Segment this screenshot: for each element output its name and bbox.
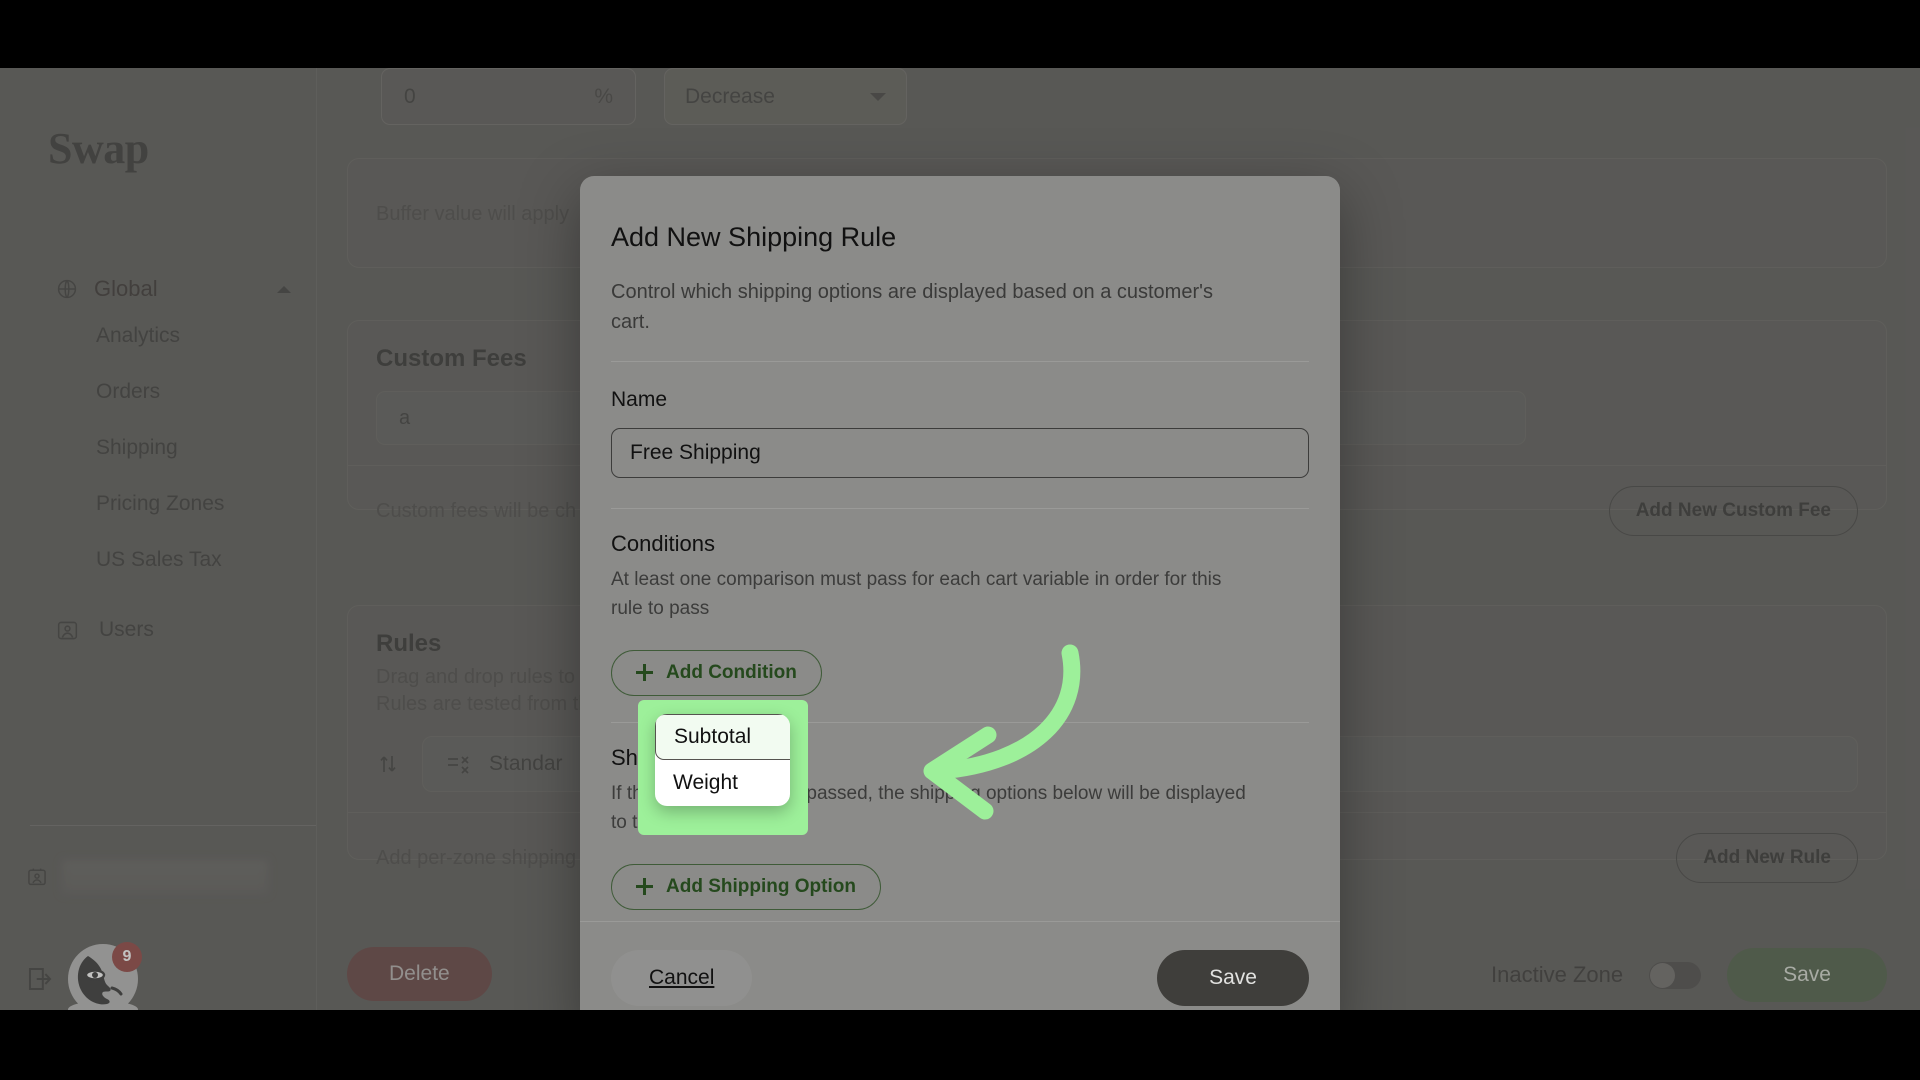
- sidebar-divider: [30, 825, 316, 826]
- add-shipping-option-button[interactable]: Add Shipping Option: [611, 863, 881, 910]
- buffer-input[interactable]: 0 %: [381, 68, 636, 125]
- modal-title: Add New Shipping Rule: [611, 222, 897, 252]
- plus-icon: [636, 878, 653, 896]
- custom-fees-note: Custom fees will be ch: [376, 499, 577, 522]
- annotation-highlight-box: Subtotal Weight: [638, 700, 808, 835]
- logout-icon[interactable]: [26, 965, 54, 993]
- direction-select-value: Decrease: [685, 84, 775, 108]
- sidebar-item-label: Shipping: [96, 436, 178, 459]
- buffer-note: Buffer value will apply: [376, 202, 570, 225]
- add-shipping-rule-modal: Add New Shipping Rule Control which ship…: [580, 176, 1340, 1010]
- add-shipping-option-label: Add Shipping Option: [666, 875, 856, 897]
- sidebar-item-label: Orders: [96, 380, 161, 403]
- id-badge-icon: [26, 866, 48, 888]
- dropdown-option-label: Weight: [673, 771, 738, 794]
- account-email-redacted: [62, 860, 268, 894]
- sidebar-item-us-sales-tax[interactable]: US Sales Tax: [0, 532, 317, 588]
- page-save-button[interactable]: Save: [1727, 948, 1887, 1002]
- rules-zone-note: Add per-zone shipping: [376, 846, 577, 869]
- avatar-image: [68, 944, 138, 1010]
- inactive-zone-toggle[interactable]: [1649, 961, 1702, 989]
- modal-footer: Cancel Save: [580, 921, 1340, 1010]
- buffer-input-value: 0: [404, 84, 416, 108]
- conditions-description: At least one comparison must pass for ea…: [611, 569, 1222, 620]
- add-condition-button[interactable]: Add Condition: [611, 649, 822, 696]
- page-actions: Inactive Zone Save: [1491, 948, 1887, 1002]
- sidebar-item-label: Pricing Zones: [96, 492, 225, 515]
- name-input-value: Free Shipping: [630, 441, 761, 464]
- chevron-down-icon: [870, 92, 886, 101]
- screen: Swap Global Analytics Orders Shipping Pr…: [0, 0, 1920, 1080]
- add-new-custom-fee-button[interactable]: Add New Custom Fee: [1608, 486, 1858, 536]
- sidebar-footer: 9: [26, 942, 142, 1010]
- modal-divider: [611, 361, 1309, 362]
- globe-icon: [56, 278, 78, 300]
- modal-body: Add New Shipping Rule Control which ship…: [580, 176, 1340, 1010]
- brand-logo[interactable]: Swap: [48, 123, 149, 174]
- sidebar-item-label: Users: [99, 618, 154, 641]
- sidebar-item-analytics[interactable]: Analytics: [0, 308, 317, 364]
- sidebar-item-label: US Sales Tax: [96, 548, 222, 571]
- sidebar-item-users[interactable]: Users: [0, 602, 317, 658]
- sidebar-nav: Global Analytics Orders Shipping Pricing…: [0, 270, 317, 658]
- cancel-button[interactable]: Cancel: [611, 949, 753, 1006]
- sidebar-item-pricing-zones[interactable]: Pricing Zones: [0, 476, 317, 532]
- chevron-up-icon[interactable]: [277, 285, 291, 293]
- name-input[interactable]: Free Shipping: [611, 428, 1309, 478]
- user-card-icon: [56, 619, 79, 642]
- direction-select[interactable]: Decrease: [664, 68, 907, 125]
- modal-divider: [611, 508, 1309, 509]
- custom-fee-name-value: a: [399, 406, 411, 429]
- modal-save-button[interactable]: Save: [1157, 949, 1309, 1006]
- sidebar-group-label: Global: [94, 276, 158, 301]
- filter-icon: [445, 751, 471, 777]
- rule-chip-label: Standar: [489, 752, 563, 775]
- sidebar-group-global[interactable]: Global: [0, 270, 317, 308]
- notification-badge: 9: [112, 942, 142, 972]
- dropdown-option-subtotal[interactable]: Subtotal: [655, 714, 790, 760]
- delete-button[interactable]: Delete: [347, 947, 492, 1001]
- dropdown-option-weight[interactable]: Weight: [655, 760, 790, 806]
- sidebar-item-shipping[interactable]: Shipping: [0, 420, 317, 476]
- avatar[interactable]: 9: [68, 942, 142, 1010]
- conditions-title: Conditions: [611, 531, 715, 556]
- modal-subtitle: Control which shipping options are displ…: [611, 281, 1213, 333]
- plus-icon: [636, 664, 653, 682]
- condition-variable-dropdown[interactable]: Subtotal Weight: [655, 714, 790, 806]
- buffer-row: 0 % Decrease: [381, 68, 907, 125]
- sidebar-item-orders[interactable]: Orders: [0, 364, 317, 420]
- name-field-label: Name: [611, 388, 668, 411]
- percent-suffix: %: [594, 84, 613, 108]
- app-viewport: Swap Global Analytics Orders Shipping Pr…: [0, 68, 1920, 1010]
- sidebar-item-label: Analytics: [96, 324, 181, 347]
- inactive-zone-label: Inactive Zone: [1491, 962, 1624, 987]
- sidebar-account[interactable]: [26, 860, 268, 894]
- sidebar: Swap Global Analytics Orders Shipping Pr…: [0, 68, 317, 1010]
- add-condition-label: Add Condition: [666, 661, 797, 683]
- add-new-rule-button[interactable]: Add New Rule: [1676, 833, 1858, 883]
- dropdown-option-label: Subtotal: [674, 725, 752, 748]
- sort-arrows-icon[interactable]: [376, 752, 400, 776]
- toggle-knob: [1650, 962, 1676, 988]
